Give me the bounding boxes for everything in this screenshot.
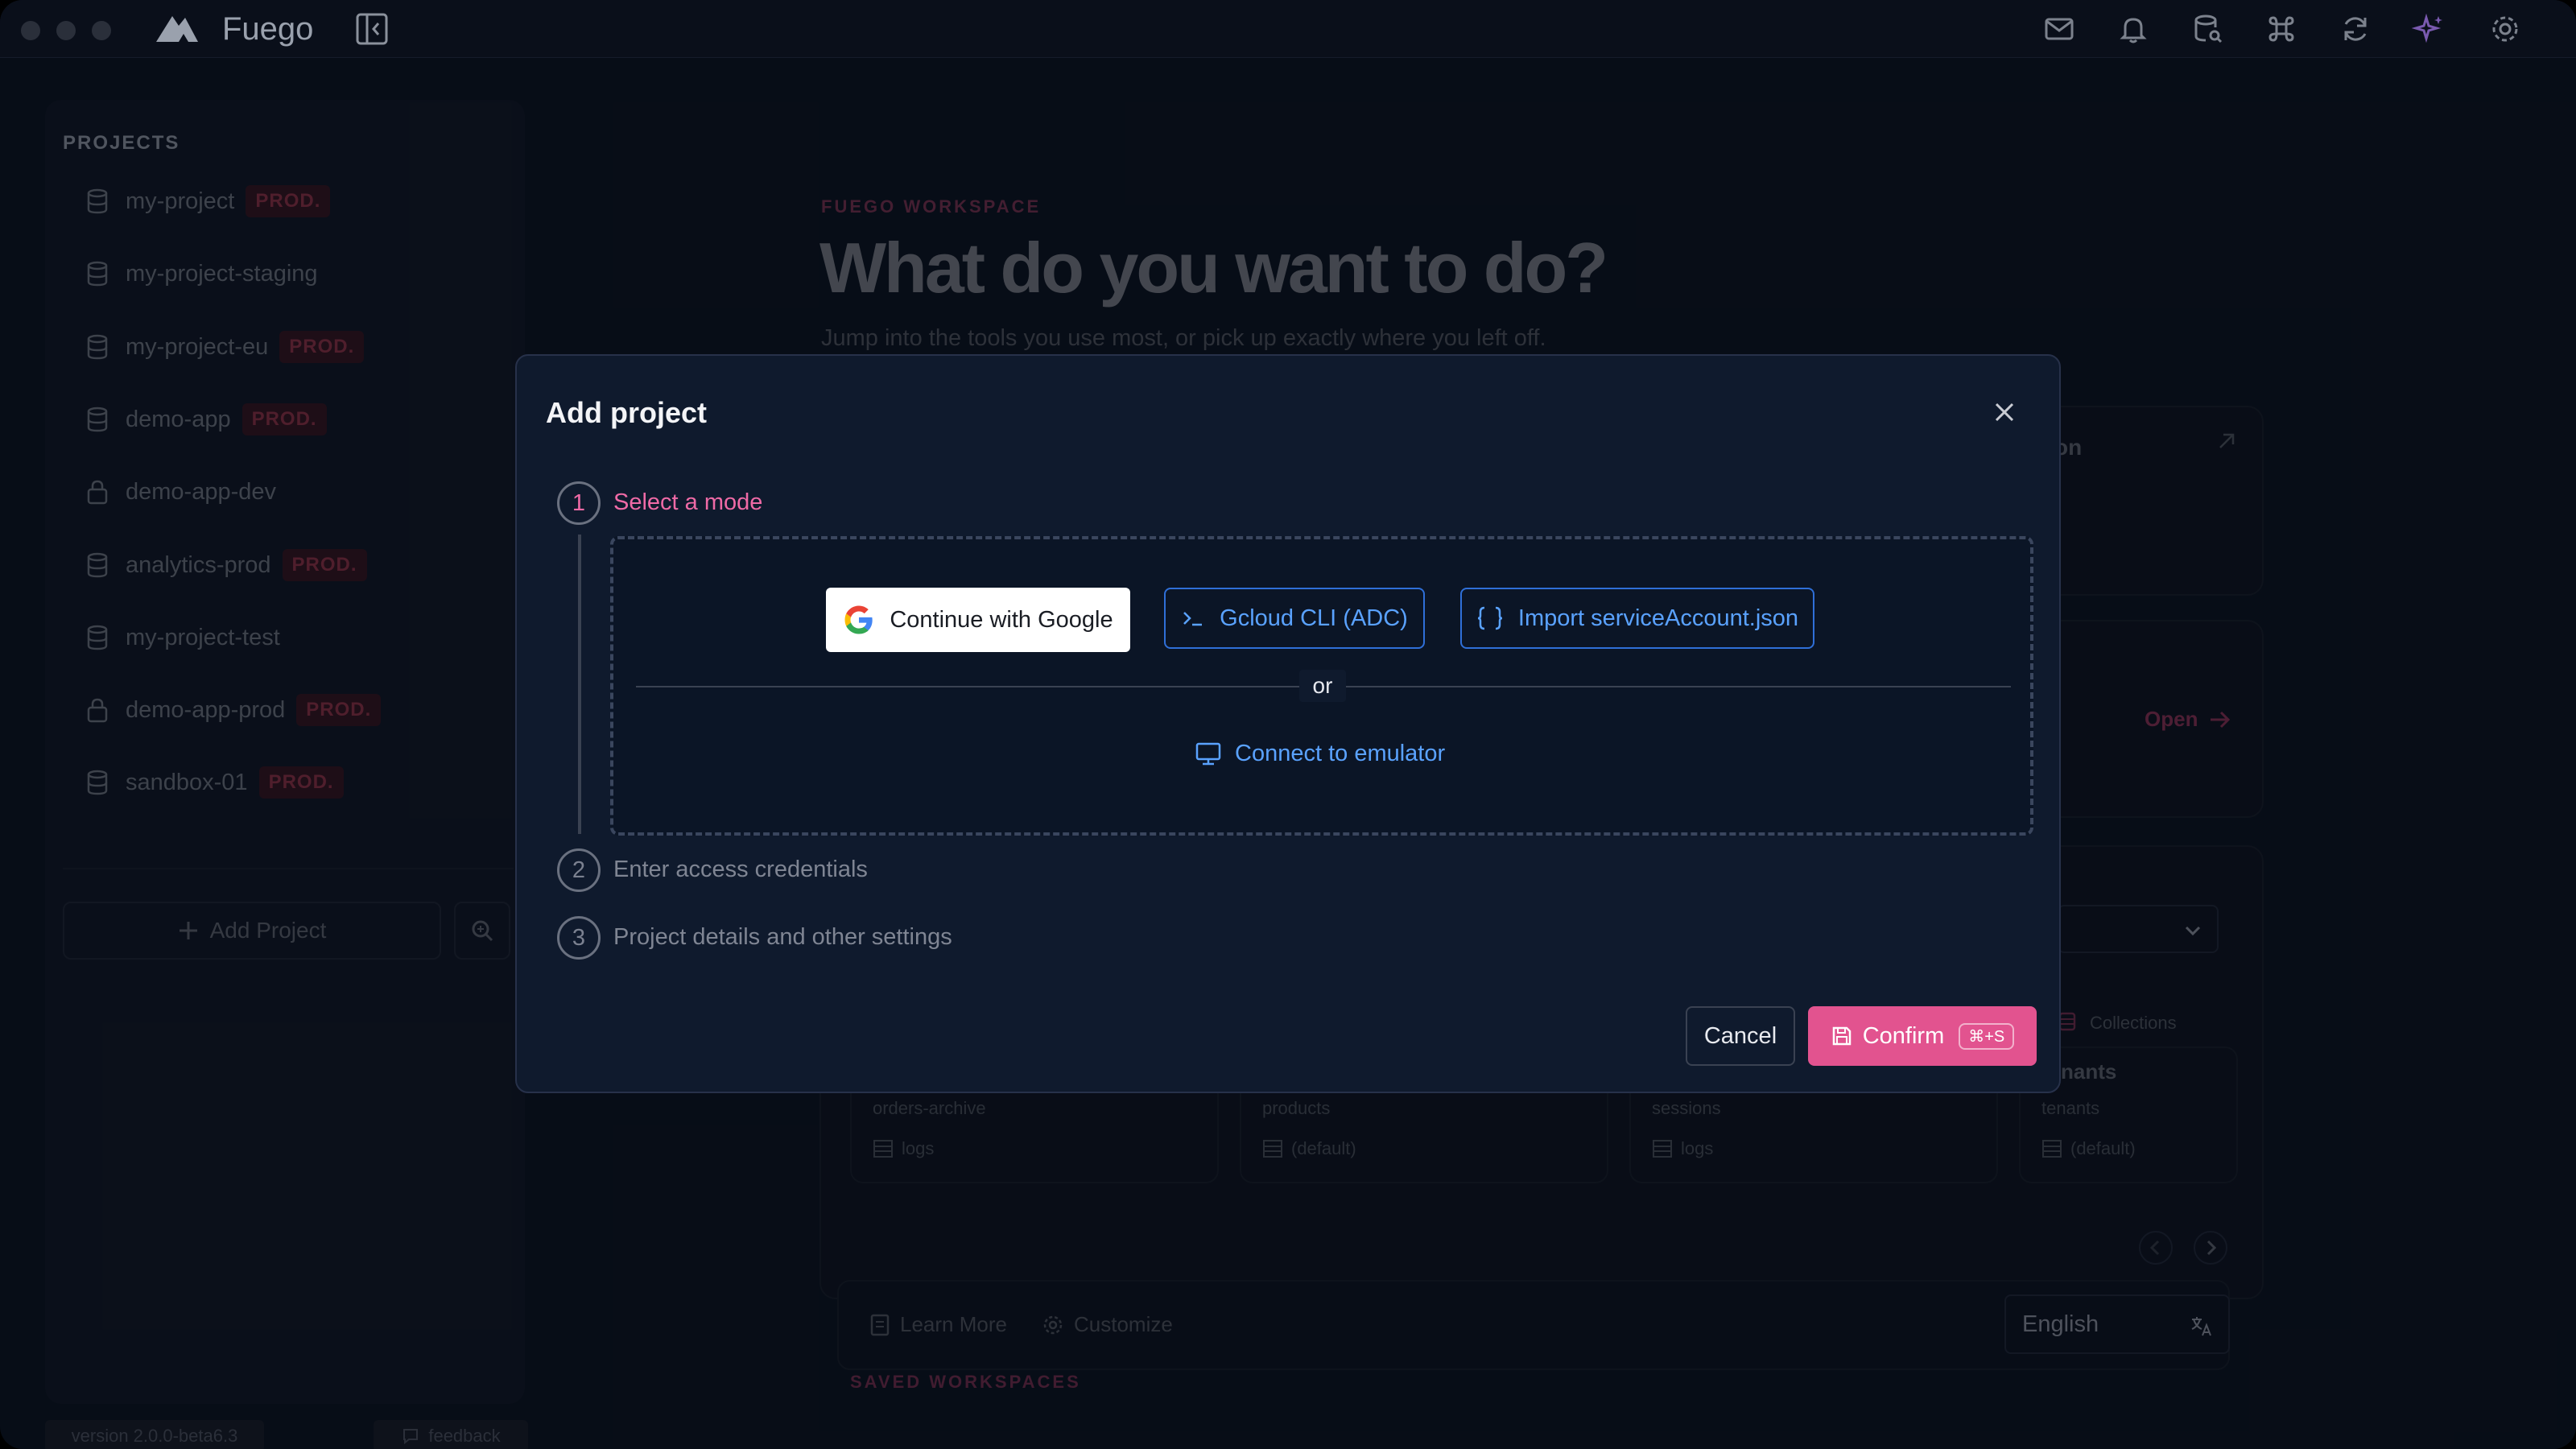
import-service-account-button[interactable]: Import serviceAccount.json	[1460, 588, 1814, 649]
close-icon	[1995, 402, 2014, 422]
save-floppy-icon	[1832, 1026, 1851, 1046]
google-button-label: Continue with Google	[890, 606, 1113, 633]
gcloud-cli-button[interactable]: Gcloud CLI (ADC)	[1164, 588, 1425, 649]
sparkles-icon[interactable]	[2411, 11, 2447, 47]
mode-selection-area: Continue with Google Gcloud CLI (ADC) Im…	[610, 536, 2033, 836]
app-name: Fuego	[222, 11, 314, 47]
command-icon[interactable]	[2264, 11, 2299, 47]
add-project-dialog: Add project 1 Select a mode Continue wit…	[515, 354, 2061, 1093]
monitor-icon	[1195, 742, 1221, 765]
confirm-label: Confirm	[1862, 1022, 1945, 1049]
fuego-logo-icon	[156, 16, 198, 42]
cancel-button[interactable]: Cancel	[1686, 1006, 1795, 1066]
step-1-label[interactable]: Select a mode	[613, 489, 762, 516]
step-3-number: 3	[557, 916, 601, 960]
gcloud-button-label: Gcloud CLI (ADC)	[1220, 605, 1408, 631]
or-label: or	[1299, 670, 1346, 702]
window-zoom-button[interactable]	[92, 21, 111, 40]
confirm-shortcut: ⌘+S	[1959, 1022, 2015, 1050]
connect-emulator-link[interactable]: Connect to emulator	[1195, 741, 1445, 767]
title-bar: Fuego	[0, 0, 2576, 58]
dialog-close-button[interactable]	[1987, 394, 2022, 430]
import-button-label: Import serviceAccount.json	[1517, 605, 1799, 631]
step-1-number: 1	[557, 481, 601, 525]
window-close-button[interactable]	[21, 21, 40, 40]
google-g-icon	[844, 605, 873, 634]
confirm-button[interactable]: Confirm ⌘+S	[1808, 1006, 2037, 1066]
refresh-icon[interactable]	[2338, 11, 2373, 47]
terminal-icon	[1183, 612, 1203, 626]
continue-with-google-button[interactable]: Continue with Google	[826, 588, 1130, 652]
dialog-title: Add project	[546, 396, 708, 429]
step-2-label[interactable]: Enter access credentials	[613, 857, 868, 883]
mail-icon[interactable]	[2041, 11, 2077, 47]
database-search-icon[interactable]	[2190, 11, 2225, 47]
json-braces-icon	[1477, 606, 1502, 630]
settings-gear-icon[interactable]	[2487, 11, 2523, 47]
step-2-number: 2	[557, 848, 601, 892]
app-window: Fuego PROJECTS my-project PROD. my-proje…	[0, 0, 2576, 1449]
bell-icon[interactable]	[2116, 11, 2151, 47]
step-connector	[578, 535, 581, 834]
sidebar-toggle-icon[interactable]	[354, 11, 390, 47]
step-3-label[interactable]: Project details and other settings	[613, 924, 952, 951]
window-minimize-button[interactable]	[56, 21, 76, 40]
emulator-label: Connect to emulator	[1235, 741, 1446, 766]
